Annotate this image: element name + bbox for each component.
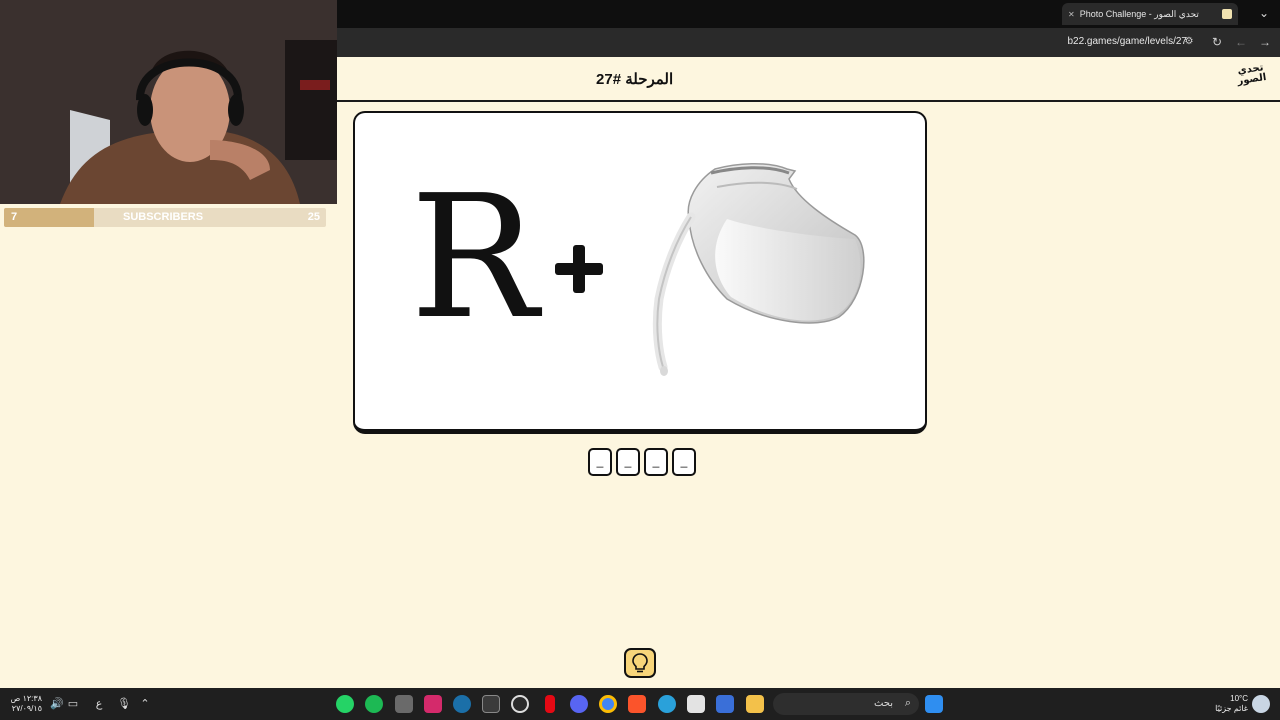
chrome-icon[interactable]: [599, 695, 617, 713]
logo-line-2: الصور: [1236, 72, 1268, 87]
address-bar: b22.games/game/levels/27 ⚙ ↻ ← →: [337, 28, 1280, 57]
telegram-icon[interactable]: [658, 695, 676, 713]
whatsapp-icon[interactable]: [336, 695, 354, 713]
network-icon[interactable]: ▭: [66, 697, 80, 710]
puzzle-card: R: [353, 111, 927, 434]
url-text[interactable]: b22.games/game/levels/27: [1067, 36, 1187, 47]
windows-start-icon[interactable]: [925, 695, 943, 713]
lightbulb-icon: [632, 653, 648, 673]
webcam-overlay: [0, 0, 337, 204]
brave-icon[interactable]: [628, 695, 646, 713]
clock-time: ١٢:٣٨ ص: [10, 694, 42, 703]
answer-slot[interactable]: _: [616, 448, 640, 476]
volume-icon[interactable]: 🔊: [50, 697, 64, 710]
subscriber-goal-bar: 7 SUBSCRIBERS 25: [4, 208, 326, 227]
subscriber-label: SUBSCRIBERS: [123, 211, 204, 223]
close-tab-icon[interactable]: ✕: [1068, 10, 1075, 19]
weather-widget[interactable]: 10°C غائم جزئيًا: [1196, 694, 1248, 714]
hint-button[interactable]: [624, 648, 656, 678]
screen: + ✕ Photo Challenge - تحدي الصور ⌄ b22.g…: [0, 0, 1280, 720]
reload-button[interactable]: ↻: [1209, 34, 1225, 50]
answer-slot[interactable]: _: [588, 448, 612, 476]
app-cube-icon[interactable]: [395, 695, 413, 713]
taskbar-search[interactable]: بحث ⌕: [773, 693, 919, 715]
g-hub-icon[interactable]: [511, 695, 529, 713]
app-icon[interactable]: [716, 695, 734, 713]
forward-button[interactable]: →: [1257, 34, 1273, 50]
weather-desc: غائم جزئيًا: [1215, 704, 1248, 713]
windows-taskbar: ١٢:٣٨ ص ٢٧/٠٩/١٥ 🔊 ▭ ع 🎙 ⌃ بحث ⌕ 10°C غا…: [0, 688, 1280, 720]
spotify-icon[interactable]: [365, 695, 383, 713]
back-button[interactable]: ←: [1233, 34, 1249, 50]
clock[interactable]: ١٢:٣٨ ص ٢٧/٠٩/١٥: [10, 694, 42, 714]
clock-date: ٢٧/٠٩/١٥: [11, 704, 42, 713]
terminal-icon[interactable]: [482, 695, 500, 713]
subscriber-count: 7: [11, 211, 18, 223]
search-placeholder: بحث: [873, 698, 893, 709]
microphone-icon[interactable]: 🎙: [117, 697, 131, 710]
tab-title: Photo Challenge - تحدي الصور: [1079, 8, 1199, 19]
subscriber-goal-fill: [4, 208, 95, 227]
puzzle-letter: R: [410, 159, 538, 357]
site-settings-icon[interactable]: ⚙: [1181, 34, 1197, 50]
site-logo[interactable]: تحدي الصور: [1232, 62, 1272, 98]
store-icon[interactable]: [687, 695, 705, 713]
answer-slot[interactable]: _: [672, 448, 696, 476]
answer-slot[interactable]: _: [644, 448, 668, 476]
file-explorer-icon[interactable]: [746, 695, 764, 713]
steam-icon[interactable]: [453, 695, 471, 713]
subscriber-goal: 25: [307, 211, 320, 223]
weather-cloud-icon: [1252, 695, 1270, 713]
plus-icon: [555, 245, 603, 293]
show-hidden-icons-icon[interactable]: ⌃: [138, 697, 152, 710]
discord-icon[interactable]: [570, 695, 588, 713]
answer-slots: _ _ _ _: [588, 448, 696, 476]
level-title: المرحلة #27: [596, 71, 674, 88]
streamer-webcam-image: [0, 0, 337, 204]
language-indicator[interactable]: ع: [92, 697, 106, 710]
adobe-app-icon[interactable]: [424, 695, 442, 713]
favicon-icon: [1222, 9, 1232, 19]
tab-menu-button[interactable]: ⌄: [1256, 5, 1272, 21]
weather-temp: 10°C: [1230, 694, 1248, 703]
search-icon: ⌕: [904, 697, 911, 709]
page-header: المرحلة #27 تحدي الصور: [337, 57, 1280, 102]
milk-pitcher-image: [652, 162, 865, 376]
active-tab[interactable]: ✕ Photo Challenge - تحدي الصور: [1062, 3, 1238, 25]
browser-tab-bar: + ✕ Photo Challenge - تحدي الصور ⌄: [337, 0, 1280, 28]
netflix-icon[interactable]: [545, 695, 555, 713]
